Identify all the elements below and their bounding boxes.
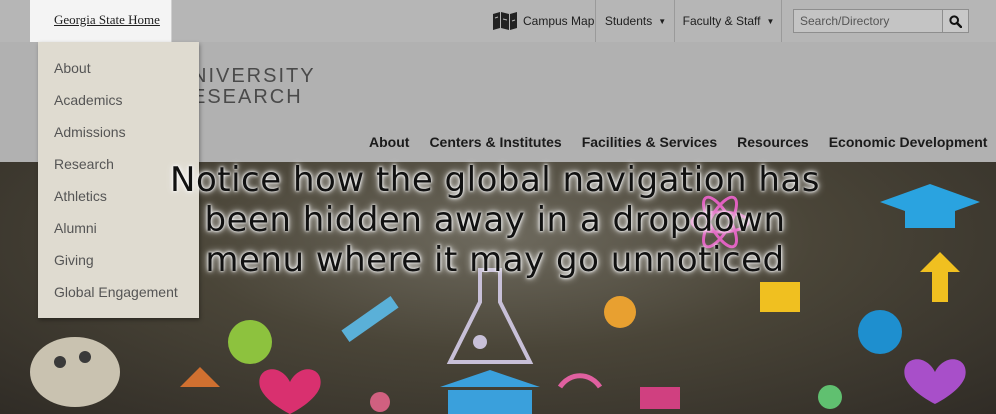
georgia-state-home-tab[interactable]: Georgia State Home xyxy=(30,0,172,42)
students-menu[interactable]: Students ▼ xyxy=(597,0,675,42)
dropdown-item-about[interactable]: About xyxy=(54,60,91,76)
dropdown-item-global-engagement[interactable]: Global Engagement xyxy=(54,284,178,300)
nav-item-economic-development[interactable]: Economic Development xyxy=(829,134,988,150)
annotation-line-1: Notice how the global navigation has xyxy=(170,160,820,200)
annotation-caption: Notice how the global navigation has bee… xyxy=(150,160,840,280)
campus-map-label: Campus Map xyxy=(523,14,595,28)
dropdown-item-giving[interactable]: Giving xyxy=(54,252,94,268)
dropdown-item-academics[interactable]: Academics xyxy=(54,92,122,108)
logo-line-2: ESEARCH xyxy=(192,86,303,108)
search-button[interactable] xyxy=(943,9,969,33)
annotation-line-3: menu where it may go unnoticed xyxy=(205,240,785,280)
nav-item-resources[interactable]: Resources xyxy=(737,134,809,150)
university-research-logo[interactable]: NIVERSITY ESEARCH xyxy=(192,66,316,108)
nav-item-about[interactable]: About xyxy=(369,134,409,150)
chevron-down-icon: ▼ xyxy=(658,16,667,26)
faculty-staff-label: Faculty & Staff xyxy=(682,14,761,28)
dropdown-item-athletics[interactable]: Athletics xyxy=(54,188,107,204)
dropdown-item-admissions[interactable]: Admissions xyxy=(54,124,126,140)
annotation-line-2: been hidden away in a dropdown xyxy=(204,200,786,240)
search-input[interactable] xyxy=(793,9,943,33)
map-icon xyxy=(493,12,517,30)
nav-item-centers-institutes[interactable]: Centers & Institutes xyxy=(429,134,561,150)
dropdown-item-research[interactable]: Research xyxy=(54,156,114,172)
dropdown-item-alumni[interactable]: Alumni xyxy=(54,220,97,236)
main-navigation: About Centers & Institutes Facilities & … xyxy=(369,134,996,150)
faculty-staff-menu[interactable]: Faculty & Staff ▼ xyxy=(676,0,782,42)
chevron-down-icon: ▼ xyxy=(766,16,775,26)
nav-item-facilities-services[interactable]: Facilities & Services xyxy=(582,134,717,150)
georgia-state-home-link[interactable]: Georgia State Home xyxy=(54,12,160,28)
logo-line-1: NIVERSITY xyxy=(192,65,316,87)
campus-map-link[interactable]: Campus Map xyxy=(490,0,596,42)
search-icon xyxy=(949,14,962,28)
search-form xyxy=(793,9,969,33)
students-label: Students xyxy=(604,14,653,28)
utility-bar: Georgia State Home Campus Map Students ▼… xyxy=(0,0,996,42)
